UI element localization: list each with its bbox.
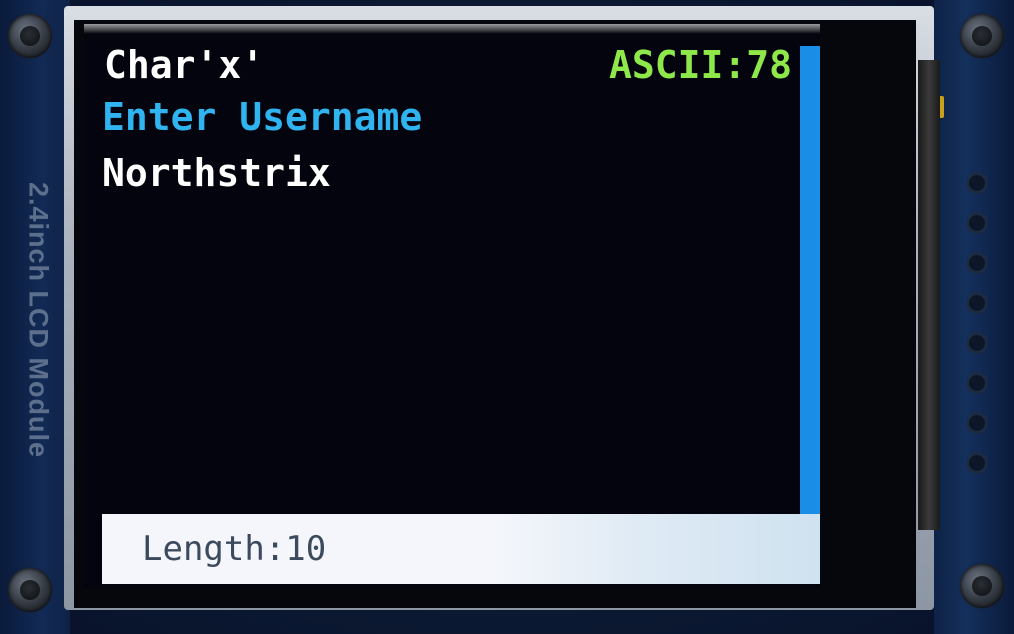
flex-cable	[918, 60, 940, 530]
pcb-left-edge: 2.4inch LCD Module	[0, 0, 70, 634]
username-prompt: Enter Username	[102, 95, 423, 139]
header-pin-icon	[966, 292, 988, 314]
header-pin-icon	[966, 252, 988, 274]
header-pin-icon	[966, 372, 988, 394]
header-pin-icon	[966, 212, 988, 234]
top-left-screw-icon	[8, 14, 52, 58]
top-right-screw-icon	[960, 14, 1004, 58]
header-pin-icon	[966, 412, 988, 434]
char-scrollbar[interactable]	[800, 46, 820, 516]
bottom-right-screw-icon	[960, 564, 1004, 608]
screen-glare	[84, 24, 820, 34]
lcd-screen: Char'x' ASCII:78 Enter Username Northstr…	[84, 32, 820, 588]
ascii-code-label: ASCII:78	[608, 43, 792, 87]
header-pin-icon	[966, 452, 988, 474]
module-label: 2.4inch LCD Module	[23, 181, 54, 459]
current-char-label: Char'x'	[104, 43, 265, 87]
username-input[interactable]: Northstrix	[102, 154, 331, 192]
pcb-right-edge	[934, 0, 1014, 634]
header-pin-icon	[966, 332, 988, 354]
length-label: Length:10	[142, 529, 327, 569]
device-photo: 2.4inch LCD Module Char'x' ASCII:78 Ente…	[0, 0, 1014, 634]
status-bar: Length:10	[102, 514, 820, 584]
header-pin-icon	[966, 172, 988, 194]
bottom-left-screw-icon	[8, 568, 52, 612]
